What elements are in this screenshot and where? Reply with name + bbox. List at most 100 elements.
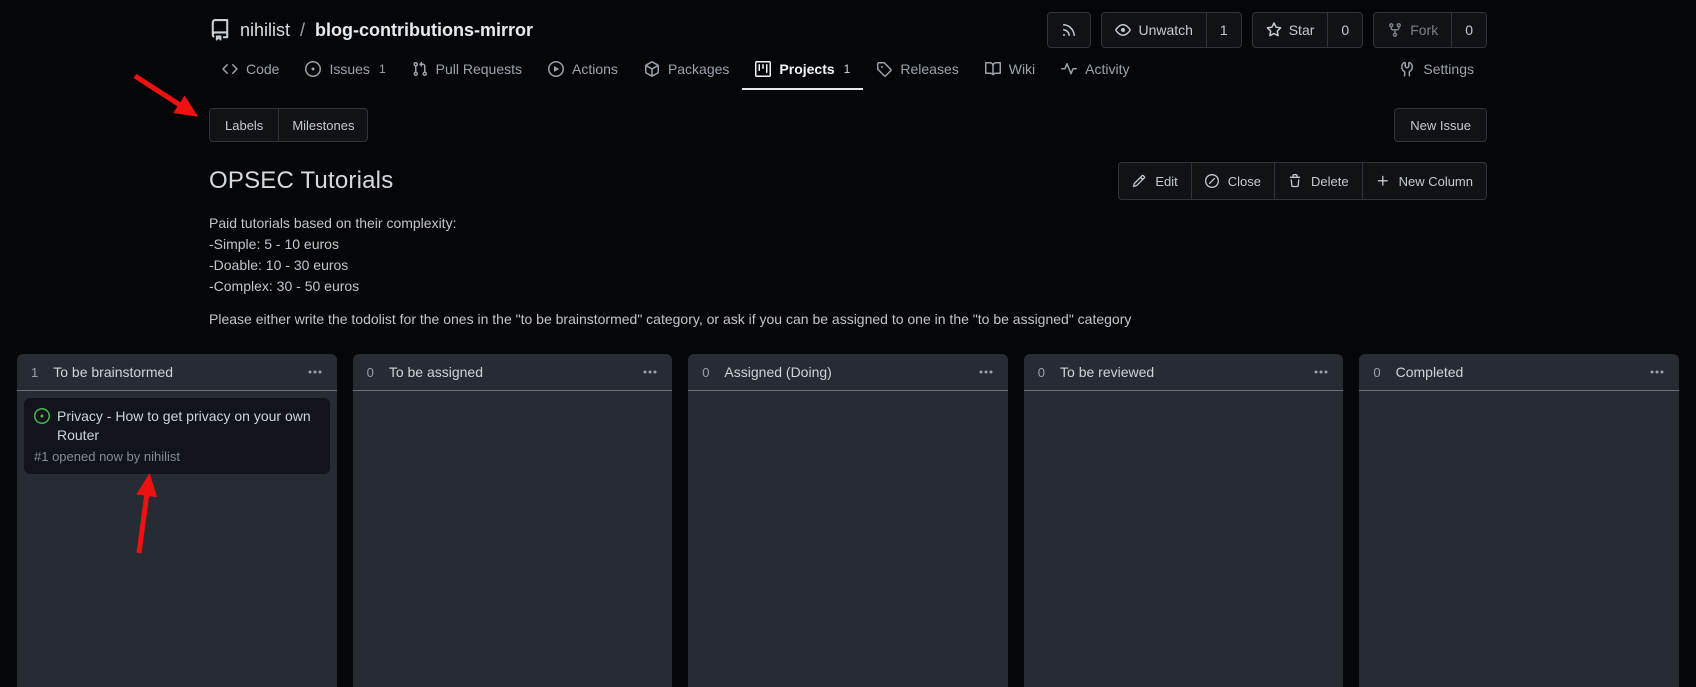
tab-label: Settings xyxy=(1423,61,1474,77)
repo-name-link[interactable]: blog-contributions-mirror xyxy=(315,20,533,41)
edit-button[interactable]: Edit xyxy=(1119,163,1190,199)
column-body xyxy=(1359,391,1679,405)
breadcrumb: nihilist / blog-contributions-mirror xyxy=(209,19,533,41)
fork-button[interactable]: Fork xyxy=(1374,13,1451,47)
description-note: Please either write the todolist for the… xyxy=(209,309,1487,330)
board-column-completed: 0 Completed xyxy=(1359,354,1679,687)
kebab-menu-icon[interactable] xyxy=(1649,364,1665,380)
tab-wiki[interactable]: Wiki xyxy=(972,54,1048,90)
watch-count[interactable]: 1 xyxy=(1206,13,1241,47)
tag-icon xyxy=(876,61,892,77)
tab-pull-requests[interactable]: Pull Requests xyxy=(399,54,535,90)
plus-icon xyxy=(1376,174,1390,188)
tab-count-badge: 1 xyxy=(844,62,851,76)
tab-releases[interactable]: Releases xyxy=(863,54,971,90)
unwatch-label: Unwatch xyxy=(1138,22,1192,38)
fork-button-group: Fork 0 xyxy=(1373,12,1487,48)
column-body xyxy=(688,391,1008,405)
issue-opened-icon xyxy=(305,61,321,77)
delete-label: Delete xyxy=(1311,174,1349,189)
project-board-icon xyxy=(755,61,771,77)
tab-projects[interactable]: Projects 1 xyxy=(742,54,863,90)
column-body xyxy=(1024,391,1344,405)
rss-button[interactable] xyxy=(1047,12,1091,48)
delete-button[interactable]: Delete xyxy=(1274,163,1362,199)
column-title: Completed xyxy=(1396,364,1634,380)
pull-request-icon xyxy=(412,61,428,77)
pencil-icon xyxy=(1132,174,1146,188)
column-header: 0 To be assigned xyxy=(353,354,673,391)
column-header: 0 To be reviewed xyxy=(1024,354,1344,391)
fork-label: Fork xyxy=(1410,22,1438,38)
labels-milestones-group: Labels Milestones xyxy=(209,108,368,142)
repo-icon xyxy=(209,19,231,41)
column-header: 0 Completed xyxy=(1359,354,1679,391)
board-column-to-be-brainstormed: 1 To be brainstormed Privacy - How to ge… xyxy=(17,354,337,687)
star-button-group: Star 0 xyxy=(1252,12,1363,48)
close-button[interactable]: Close xyxy=(1191,163,1274,199)
description-line: -Simple: 5 - 10 euros xyxy=(209,234,1487,255)
trash-icon xyxy=(1288,174,1302,188)
new-column-button[interactable]: New Column xyxy=(1362,163,1486,199)
kebab-menu-icon[interactable] xyxy=(1313,364,1329,380)
repo-header-actions: Unwatch 1 Star 0 Fork 0 xyxy=(1047,12,1487,48)
description-line: Paid tutorials based on their complexity… xyxy=(209,213,1487,234)
new-column-label: New Column xyxy=(1399,174,1473,189)
kebab-menu-icon[interactable] xyxy=(642,364,658,380)
tab-label: Activity xyxy=(1085,61,1129,77)
new-issue-button[interactable]: New Issue xyxy=(1394,108,1487,142)
tab-settings[interactable]: Settings xyxy=(1386,54,1487,90)
breadcrumb-separator: / xyxy=(300,20,305,41)
tab-code[interactable]: Code xyxy=(209,54,292,90)
milestones-button[interactable]: Milestones xyxy=(278,109,367,141)
tab-label: Releases xyxy=(900,61,958,77)
close-label: Close xyxy=(1228,174,1261,189)
code-icon xyxy=(222,61,238,77)
column-count: 0 xyxy=(702,365,709,380)
tab-packages[interactable]: Packages xyxy=(631,54,742,90)
kebab-menu-icon[interactable] xyxy=(307,364,323,380)
column-body xyxy=(353,391,673,405)
rss-icon xyxy=(1061,22,1077,38)
labels-button[interactable]: Labels xyxy=(210,109,278,141)
fork-count[interactable]: 0 xyxy=(1451,13,1486,47)
unwatch-button[interactable]: Unwatch xyxy=(1102,13,1205,47)
tools-icon xyxy=(1399,61,1415,77)
repo-owner-link[interactable]: nihilist xyxy=(240,20,290,41)
tab-label: Issues xyxy=(329,61,369,77)
project-title-row: OPSEC Tutorials Edit Close Delete New Co… xyxy=(209,162,1487,200)
board-column-to-be-assigned: 0 To be assigned xyxy=(353,354,673,687)
kebab-menu-icon[interactable] xyxy=(978,364,994,380)
column-title: Assigned (Doing) xyxy=(724,364,962,380)
tab-label: Projects xyxy=(779,61,834,77)
star-icon xyxy=(1266,22,1282,38)
open-issue-icon xyxy=(34,407,50,429)
star-count[interactable]: 0 xyxy=(1327,13,1362,47)
project-actions-group: Edit Close Delete New Column xyxy=(1118,162,1487,200)
project-toolbar: Labels Milestones New Issue xyxy=(209,108,1487,142)
tab-actions[interactable]: Actions xyxy=(535,54,631,90)
board-column-assigned-doing: 0 Assigned (Doing) xyxy=(688,354,1008,687)
book-icon xyxy=(985,61,1001,77)
tab-activity[interactable]: Activity xyxy=(1048,54,1142,90)
card-title: Privacy - How to get privacy on your own… xyxy=(57,407,320,445)
star-button[interactable]: Star xyxy=(1253,13,1328,47)
repo-header: nihilist / blog-contributions-mirror Unw… xyxy=(0,0,1696,48)
tab-count-badge: 1 xyxy=(379,62,386,76)
tab-label: Actions xyxy=(572,61,618,77)
project-board: 1 To be brainstormed Privacy - How to ge… xyxy=(0,354,1696,687)
column-header: 1 To be brainstormed xyxy=(17,354,337,391)
description-line: -Complex: 30 - 50 euros xyxy=(209,276,1487,297)
package-icon xyxy=(644,61,660,77)
card-meta: #1 opened now by nihilist xyxy=(34,449,320,464)
fork-icon xyxy=(1387,22,1403,38)
project-description: Paid tutorials based on their complexity… xyxy=(209,213,1487,330)
issue-card[interactable]: Privacy - How to get privacy on your own… xyxy=(24,398,330,474)
circle-slash-icon xyxy=(1205,174,1219,188)
tab-issues[interactable]: Issues 1 xyxy=(292,54,398,90)
repo-nav: Code Issues 1 Pull Requests Actions Pack… xyxy=(0,54,1696,90)
column-count: 0 xyxy=(1373,365,1380,380)
column-count: 1 xyxy=(31,365,38,380)
column-body: Privacy - How to get privacy on your own… xyxy=(17,391,337,481)
page-title: OPSEC Tutorials xyxy=(209,167,393,195)
